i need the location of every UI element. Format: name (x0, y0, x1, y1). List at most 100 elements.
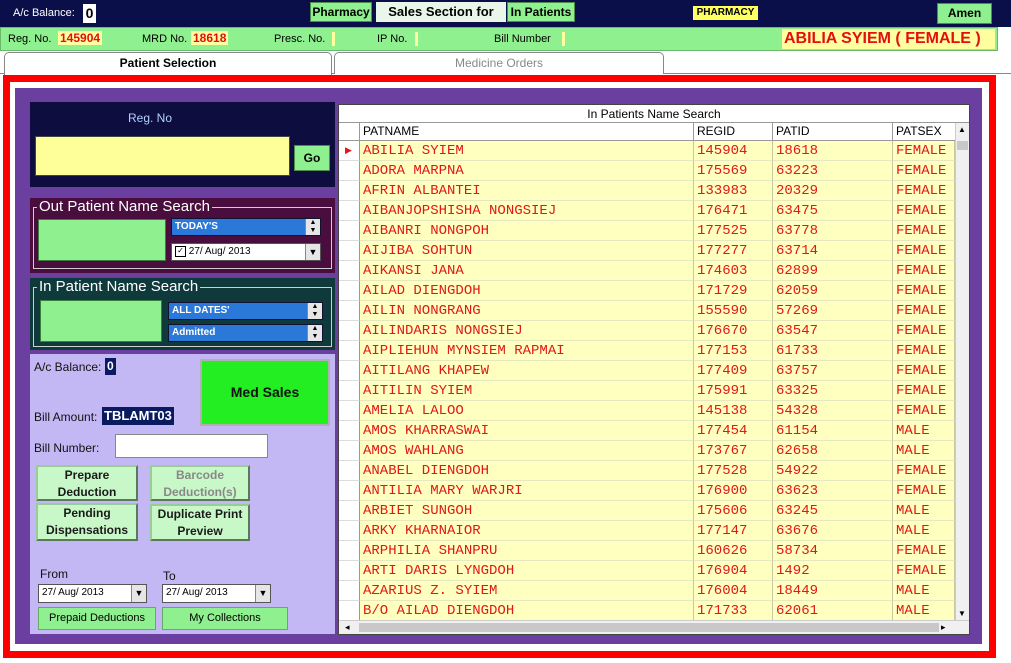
table-row[interactable]: ARKY KHARNAIOR 177147 63676 MALE (339, 521, 955, 541)
barcode-deduction-button[interactable]: Barcode Deduction(s) (150, 465, 250, 501)
scroll-thumb[interactable] (957, 141, 968, 150)
in-patients-button[interactable]: In Patients (507, 2, 575, 22)
table-cell[interactable]: FEMALE (893, 461, 955, 481)
table-cell[interactable]: FEMALE (893, 181, 955, 201)
table-cell[interactable]: 63223 (773, 161, 893, 181)
scroll-thumb-horizontal[interactable] (359, 623, 939, 632)
row-selector[interactable] (339, 241, 360, 261)
table-row[interactable]: AIBANRI NONGPOH 177525 63778 FEMALE (339, 221, 955, 241)
row-selector[interactable]: ▶ (339, 141, 360, 161)
column-header-patid[interactable]: PATID (773, 123, 893, 141)
table-cell[interactable]: 63676 (773, 521, 893, 541)
table-row[interactable]: AIJIBA SOHTUN 177277 63714 FEMALE (339, 241, 955, 261)
table-row[interactable]: AITILANG KHAPEW 177409 63757 FEMALE (339, 361, 955, 381)
table-cell[interactable]: ADORA MARPNA (360, 161, 694, 181)
table-cell[interactable]: FEMALE (893, 321, 955, 341)
go-button[interactable]: Go (294, 145, 330, 171)
table-row[interactable]: AIPLIEHUN MYNSIEM RAPMAI 177153 61733 FEMAL… (339, 341, 955, 361)
table-cell[interactable]: FEMALE (893, 261, 955, 281)
row-selector[interactable] (339, 561, 360, 581)
row-selector[interactable] (339, 281, 360, 301)
table-row[interactable]: AILAD DIENGDOH 171729 62059 FEMALE (339, 281, 955, 301)
column-header-patname[interactable]: PATNAME (360, 123, 694, 141)
table-cell[interactable]: FEMALE (893, 161, 955, 181)
bill-number-input[interactable] (115, 434, 268, 458)
row-selector[interactable] (339, 381, 360, 401)
pharmacy-button[interactable]: Pharmacy (310, 2, 372, 22)
table-cell[interactable]: ARKY KHARNAIOR (360, 521, 694, 541)
scroll-left-icon[interactable]: ◂ (345, 622, 350, 633)
table-row[interactable]: ANABEL DIENGDOH 177528 54922 FEMALE (339, 461, 955, 481)
table-cell[interactable]: AILAD DIENGDOH (360, 281, 694, 301)
reg-no-input[interactable] (35, 136, 290, 176)
table-cell[interactable]: 63714 (773, 241, 893, 261)
table-cell[interactable]: 62658 (773, 441, 893, 461)
table-cell[interactable]: 54922 (773, 461, 893, 481)
table-row[interactable]: AIKANSI JANA 174603 62899 FEMALE (339, 261, 955, 281)
out-patient-name-input[interactable] (38, 219, 166, 261)
table-cell[interactable]: AMOS WAHLANG (360, 441, 694, 461)
row-selector[interactable] (339, 181, 360, 201)
row-selector[interactable] (339, 321, 360, 341)
table-cell[interactable]: ANABEL DIENGDOH (360, 461, 694, 481)
table-cell[interactable]: AMOS KHARRASWAI (360, 421, 694, 441)
table-cell[interactable]: MALE (893, 441, 955, 461)
table-cell[interactable]: 63547 (773, 321, 893, 341)
table-row[interactable]: ADORA MARPNA 175569 63223 FEMALE (339, 161, 955, 181)
table-cell[interactable]: FEMALE (893, 541, 955, 561)
pending-dispensations-button[interactable]: Pending Dispensations (36, 503, 138, 541)
tab-medicine-orders[interactable]: Medicine Orders (334, 52, 664, 74)
table-cell[interactable]: 176471 (694, 201, 773, 221)
table-cell[interactable]: 175606 (694, 501, 773, 521)
row-selector[interactable] (339, 581, 360, 601)
duplicate-print-preview-button[interactable]: Duplicate Print Preview (150, 504, 250, 541)
table-cell[interactable]: AITILIN SYIEM (360, 381, 694, 401)
table-cell[interactable]: MALE (893, 601, 955, 621)
horizontal-scrollbar[interactable]: ◂ ▸ (339, 620, 969, 634)
table-cell[interactable]: 176670 (694, 321, 773, 341)
table-cell[interactable]: 57269 (773, 301, 893, 321)
row-selector[interactable] (339, 541, 360, 561)
from-date-picker[interactable]: 27/ Aug/ 2013 ▼ (38, 584, 147, 603)
out-patient-filter-select[interactable]: TODAY'S ▲ ▼ (171, 218, 321, 236)
table-cell[interactable]: 177277 (694, 241, 773, 261)
table-row[interactable]: B/O AILAD DIENGDOH 171733 62061 MALE (339, 601, 955, 621)
row-selector[interactable] (339, 201, 360, 221)
table-cell[interactable]: 177153 (694, 341, 773, 361)
table-cell[interactable]: FEMALE (893, 561, 955, 581)
row-selector[interactable] (339, 441, 360, 461)
table-cell[interactable]: 62899 (773, 261, 893, 281)
row-selector[interactable] (339, 481, 360, 501)
table-cell[interactable]: AIBANJOPSHISHA NONGSIEJ (360, 201, 694, 221)
in-patient-status-select[interactable]: Admitted ▲ ▼ (168, 324, 323, 342)
table-row[interactable]: AILINDARIS NONGSIEJ 176670 63547 FEMALE (339, 321, 955, 341)
table-cell[interactable]: 177525 (694, 221, 773, 241)
table-cell[interactable]: AILIN NONGRANG (360, 301, 694, 321)
table-cell[interactable]: FEMALE (893, 361, 955, 381)
prepare-deduction-button[interactable]: Prepare Deduction (36, 465, 138, 501)
table-cell[interactable]: FEMALE (893, 281, 955, 301)
row-selector[interactable] (339, 261, 360, 281)
table-row[interactable]: AILIN NONGRANG 155590 57269 FEMALE (339, 301, 955, 321)
table-cell[interactable]: AIJIBA SOHTUN (360, 241, 694, 261)
row-selector[interactable] (339, 361, 360, 381)
table-row[interactable]: AMELIA LALOO 145138 54328 FEMALE (339, 401, 955, 421)
table-cell[interactable]: 176900 (694, 481, 773, 501)
vertical-scrollbar[interactable]: ▲ ▼ (955, 123, 969, 620)
row-selector[interactable] (339, 341, 360, 361)
table-cell[interactable]: 155590 (694, 301, 773, 321)
table-cell[interactable]: 177147 (694, 521, 773, 541)
table-cell[interactable]: 177454 (694, 421, 773, 441)
table-cell[interactable]: AIKANSI JANA (360, 261, 694, 281)
row-selector[interactable] (339, 601, 360, 621)
table-cell[interactable]: MALE (893, 521, 955, 541)
table-cell[interactable]: 63757 (773, 361, 893, 381)
table-cell[interactable]: MALE (893, 501, 955, 521)
out-patient-date-picker[interactable]: ✓ 27/ Aug/ 2013 ▼ (171, 243, 321, 261)
table-cell[interactable]: 177409 (694, 361, 773, 381)
spin-icon[interactable]: ▲ ▼ (307, 303, 322, 319)
row-selector[interactable] (339, 161, 360, 181)
table-row[interactable]: AFRIN ALBANTEI 133983 20329 FEMALE (339, 181, 955, 201)
table-cell[interactable]: 177528 (694, 461, 773, 481)
dropdown-arrow-icon[interactable]: ▼ (255, 585, 270, 602)
